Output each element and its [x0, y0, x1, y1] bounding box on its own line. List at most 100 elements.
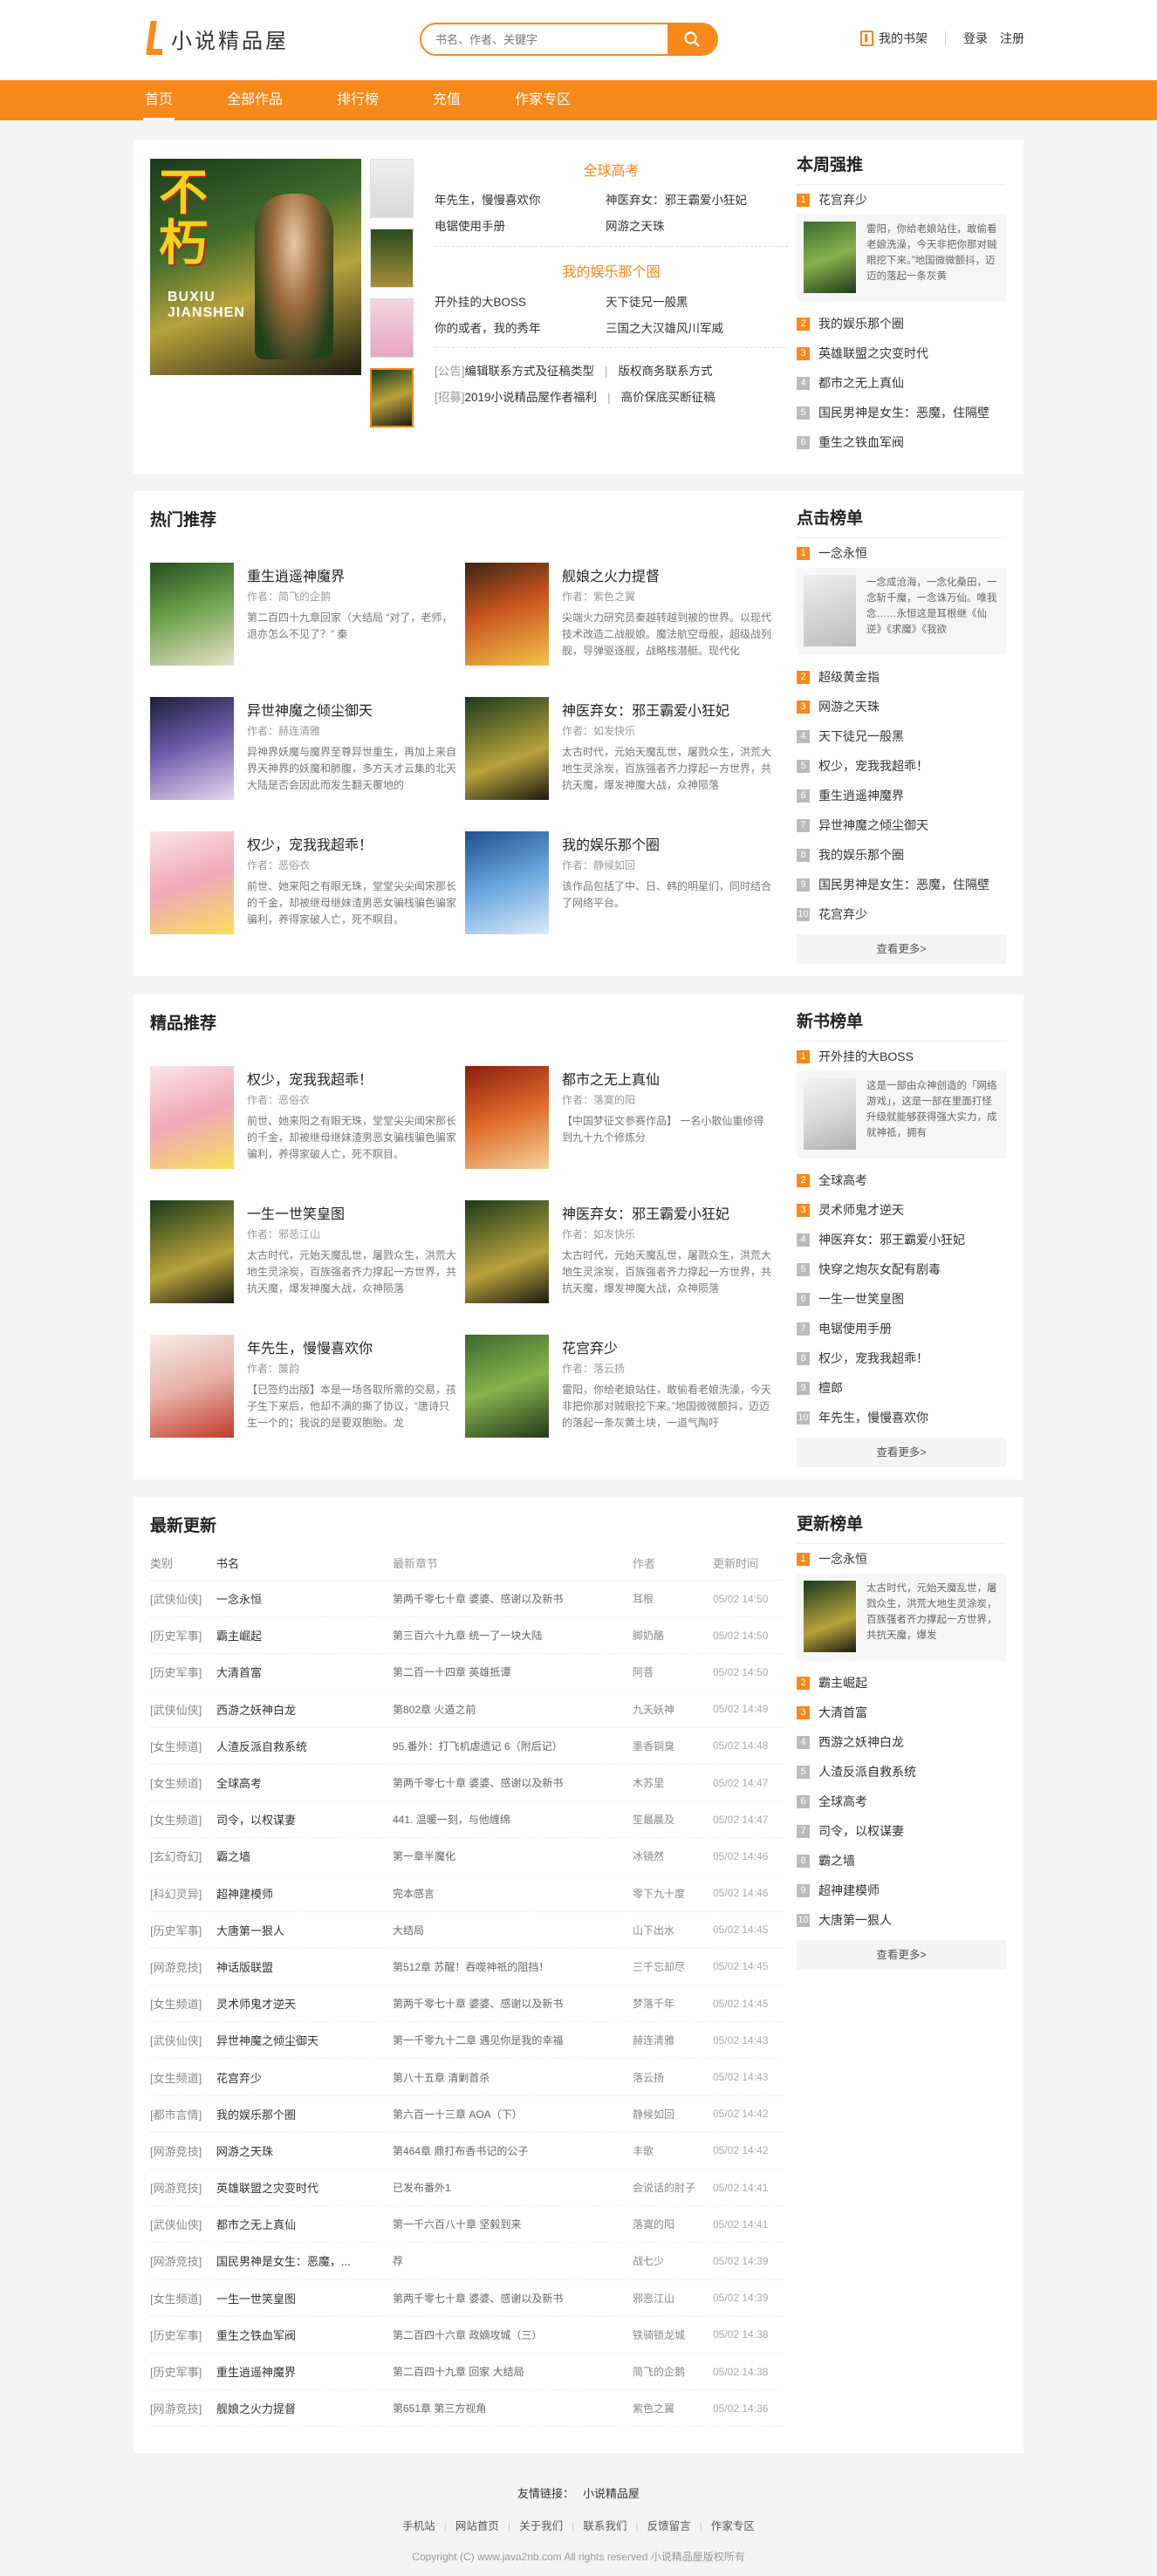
- friend-link[interactable]: 小说精品屋: [583, 2487, 640, 2500]
- rank-item[interactable]: 6 重生逍遥神魔界: [797, 781, 1006, 810]
- row-book-link[interactable]: 英雄联盟之灾变时代: [216, 2179, 393, 2196]
- book-title[interactable]: 神医弃女：邪王霸爱小狂妃: [562, 699, 729, 720]
- rank-item[interactable]: 7 司令，以权谋妻: [797, 1816, 1006, 1846]
- book-title[interactable]: 年先生，慢慢喜欢你: [247, 1336, 373, 1357]
- row-book-link[interactable]: 异世神魔之倾尘御天: [216, 2032, 393, 2048]
- book-card[interactable]: 花宫弃少 作者：落云扬 雷阳，你给老娘站住，敢偷看老娘洗澡，今天非把你那对贼眼挖…: [465, 1335, 779, 1439]
- more-button[interactable]: 查看更多>: [797, 1438, 1006, 1467]
- rank-item[interactable]: 3 大清首富: [797, 1698, 1006, 1727]
- rank-item[interactable]: 1 一念永恒: [797, 1544, 1006, 1574]
- row-chapter-link[interactable]: 第512章 苏醒！吞噬神祇的阻挡！: [393, 1959, 633, 1974]
- hot-link[interactable]: 天下徒兄一般黑: [606, 292, 688, 310]
- book-cover[interactable]: [465, 697, 549, 800]
- rank-item[interactable]: 2 全球高考: [797, 1165, 1006, 1195]
- footer-link[interactable]: 联系我们: [583, 2520, 626, 2532]
- row-book-link[interactable]: 全球高考: [216, 1774, 393, 1791]
- featured-cover[interactable]: 不朽 BUXIU JIANSHEN: [150, 159, 361, 375]
- row-book-link[interactable]: 一念永恒: [216, 1590, 393, 1607]
- row-book-link[interactable]: 灵术师鬼才逆天: [216, 1995, 393, 2012]
- hot-link[interactable]: 神医弃女：邪王霸爱小狂妃: [606, 190, 747, 208]
- rank-item[interactable]: 7 异世神魔之倾尘御天: [797, 810, 1006, 840]
- row-chapter-link[interactable]: 第六百一十三章 AOA（下）: [393, 2107, 633, 2122]
- login-link[interactable]: 登录: [963, 30, 988, 47]
- row-book-link[interactable]: 网游之天珠: [216, 2142, 393, 2159]
- book-cover[interactable]: [150, 563, 234, 666]
- row-chapter-link[interactable]: 第两千零七十章 婆婆、感谢以及新书: [393, 1775, 633, 1790]
- row-book-link[interactable]: 人渣反派自救系统: [216, 1738, 393, 1754]
- row-book-link[interactable]: 重生之铁血军阀: [216, 2327, 393, 2343]
- rank-item[interactable]: 1 花宫弃少: [797, 185, 1006, 215]
- rank-item[interactable]: 6 一生一世笑皇图: [797, 1284, 1006, 1314]
- rank-card[interactable]: 太古时代，元始天魔乱世，屠戮众生，洪荒大地生灵涂炭，百族强者齐力撑起一方世界，共…: [797, 1574, 1006, 1661]
- row-book-link[interactable]: 司令，以权谋妻: [216, 1811, 393, 1828]
- rank-item[interactable]: 4 天下徒兄一般黑: [797, 721, 1006, 751]
- rank-item[interactable]: 8 霸之墙: [797, 1846, 1006, 1876]
- rank-item[interactable]: 9 国民男神是女生：恶魔，住隔壁: [797, 870, 1006, 899]
- footer-link[interactable]: 手机站: [402, 2520, 435, 2532]
- book-title[interactable]: 权少，宠我我超乖！: [247, 1068, 373, 1089]
- row-book-link[interactable]: 一生一世笑皇图: [216, 2290, 393, 2306]
- book-card[interactable]: 权少，宠我我超乖！ 作者：恶俗衣 前世、她来阳之有眼无珠，堂堂尖尖闻宋那长的千金…: [150, 1066, 464, 1171]
- rank-item[interactable]: 8 我的娱乐那个圈: [797, 840, 1006, 870]
- hot-link[interactable]: 开外挂的大BOSS: [435, 292, 526, 310]
- book-cover[interactable]: [465, 1066, 549, 1169]
- rank-item[interactable]: 3 网游之天珠: [797, 692, 1006, 721]
- hot-link[interactable]: 电锯使用手册: [435, 216, 505, 234]
- thumbnail[interactable]: [370, 229, 414, 288]
- thumbnail[interactable]: [370, 298, 414, 358]
- row-chapter-link[interactable]: 完本感言: [393, 1886, 633, 1901]
- rank-item[interactable]: 2 我的娱乐那个圈: [797, 309, 1006, 338]
- book-cover[interactable]: [465, 563, 549, 666]
- row-book-link[interactable]: 超神建模师: [216, 1885, 393, 1902]
- rank-item[interactable]: 5 国民男神是女生：恶魔，住隔壁: [797, 398, 1006, 427]
- book-title[interactable]: 一生一世笑皇图: [247, 1202, 345, 1223]
- book-title[interactable]: 异世神魔之倾尘御天: [247, 699, 373, 720]
- book-title[interactable]: 舰娘之火力提督: [562, 564, 660, 585]
- book-card[interactable]: 舰娘之火力提督 作者：紫色之翼 尖端火力研究员秦越转越到被的世界。以现代技术改造…: [465, 563, 779, 667]
- row-book-link[interactable]: 国民男神是女生：恶魔，...: [216, 2252, 393, 2269]
- rank-item[interactable]: 5 快穿之炮灰女配有剧毒: [797, 1254, 1006, 1284]
- rank-card[interactable]: 雷阳，你给老娘站住，敢偷看老娘洗澡，今天非把你那对贼眼挖下来。”地国微微颤抖，迈…: [797, 215, 1006, 302]
- row-book-link[interactable]: 重生逍遥神魔界: [216, 2363, 393, 2380]
- rank-item[interactable]: 4 都市之无上真仙: [797, 368, 1006, 398]
- row-book-link[interactable]: 霸之墙: [216, 1848, 393, 1864]
- book-title[interactable]: 权少，宠我我超乖！: [247, 833, 373, 854]
- book-title[interactable]: 重生逍遥神魔界: [247, 564, 345, 585]
- row-chapter-link[interactable]: 第一千零九十二章 遇见你是我的幸福: [393, 2033, 633, 2047]
- row-chapter-link[interactable]: 第一千六百八十章 坚毅到来: [393, 2217, 633, 2231]
- row-book-link[interactable]: 西游之妖神白龙: [216, 1701, 393, 1718]
- book-title[interactable]: 都市之无上真仙: [562, 1068, 660, 1089]
- register-link[interactable]: 注册: [1000, 30, 1024, 47]
- book-card[interactable]: 我的娱乐那个圈 作者：静候如回 该作品包括了中、日、韩的明星们，同时结合了网络平…: [465, 831, 779, 936]
- row-chapter-link[interactable]: 荐: [393, 2253, 633, 2268]
- row-book-link[interactable]: 都市之无上真仙: [216, 2216, 393, 2232]
- rank-card[interactable]: 一念成沧海，一念化桑田，一念斩千魔，一念诛万仙。唯我念……永恒这是耳根继《仙逆》…: [797, 568, 1006, 655]
- rank-item[interactable]: 8 权少，宠我我超乖！: [797, 1343, 1006, 1373]
- bookshelf-link[interactable]: 我的书架: [860, 30, 928, 47]
- rank-item[interactable]: 4 西游之妖神白龙: [797, 1727, 1006, 1757]
- row-chapter-link[interactable]: 第两千零七十章 婆婆、感谢以及新书: [393, 1996, 633, 2011]
- hot-link[interactable]: 你的或者，我的秀年: [435, 318, 541, 336]
- row-book-link[interactable]: 花宫弃少: [216, 2069, 393, 2086]
- row-book-link[interactable]: 霸主崛起: [216, 1627, 393, 1643]
- row-chapter-link[interactable]: 第二百一十四章 英雄抵谭: [393, 1664, 633, 1679]
- book-card[interactable]: 神医弃女：邪王霸爱小狂妃 作者：如发快乐 太古时代，元始天魔乱世，屠戮众生，洪荒…: [465, 697, 779, 802]
- thumbnail-active[interactable]: [370, 368, 414, 427]
- hot-link[interactable]: 年先生，慢慢喜欢你: [435, 190, 541, 208]
- nav-home[interactable]: 首页: [142, 80, 175, 120]
- rank-item[interactable]: 6 全球高考: [797, 1787, 1006, 1816]
- rank-item[interactable]: 10 年先生，慢慢喜欢你: [797, 1403, 1006, 1432]
- book-title[interactable]: 神医弃女：邪王霸爱小狂妃: [562, 1202, 729, 1223]
- book-cover[interactable]: [150, 831, 234, 934]
- rank-item[interactable]: 7 电锯使用手册: [797, 1314, 1006, 1343]
- row-chapter-link[interactable]: 441. 温暖一刻，与他缠绵: [393, 1812, 633, 1827]
- book-title[interactable]: 花宫弃少: [562, 1336, 618, 1357]
- more-button[interactable]: 查看更多>: [797, 1940, 1006, 1970]
- book-card[interactable]: 重生逍遥神魔界 作者：简飞的企鹅 第二百四十九章回家（大结局 “对了，老师，退亦…: [150, 563, 464, 667]
- row-book-link[interactable]: 大唐第一狠人: [216, 1922, 393, 1938]
- more-button[interactable]: 查看更多>: [797, 934, 1006, 964]
- rank-item[interactable]: 9 檀郎: [797, 1373, 1006, 1403]
- rank-item[interactable]: 4 神医弃女：邪王霸爱小狂妃: [797, 1225, 1006, 1254]
- rank-item[interactable]: 10 大唐第一狠人: [797, 1905, 1006, 1935]
- footer-link[interactable]: 反馈留言: [647, 2520, 691, 2532]
